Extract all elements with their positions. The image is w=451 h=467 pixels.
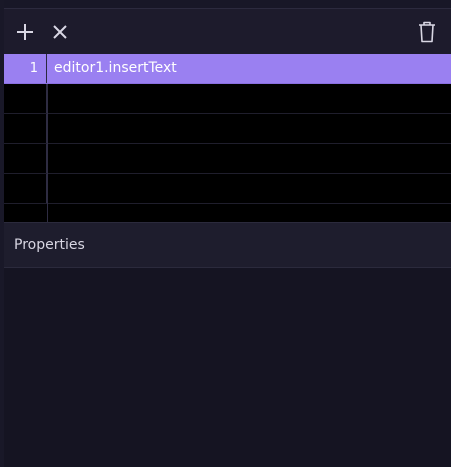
row-command-text: editor1.insertText — [54, 60, 177, 76]
plus-icon — [15, 22, 35, 42]
row-number — [4, 84, 47, 113]
grid-row[interactable]: 1 editor1.insertText — [4, 54, 451, 84]
row-number: 1 — [4, 54, 47, 83]
toolbar — [4, 8, 451, 54]
delete-button[interactable] — [414, 19, 440, 45]
grid-row[interactable] — [4, 84, 451, 114]
add-button[interactable] — [12, 19, 38, 45]
top-edge-strip — [4, 0, 451, 8]
properties-title: Properties — [14, 237, 85, 253]
command-grid: 1 editor1.insertText — [4, 54, 451, 222]
grid-row[interactable] — [4, 174, 451, 204]
close-icon — [51, 23, 69, 41]
remove-button[interactable] — [47, 19, 73, 45]
column-divider — [47, 84, 48, 222]
row-number — [4, 144, 47, 173]
grid-row[interactable] — [4, 114, 451, 144]
row-number — [4, 114, 47, 143]
grid-row[interactable] — [4, 144, 451, 174]
trash-icon — [417, 21, 437, 43]
row-number — [4, 174, 47, 203]
properties-header: Properties — [4, 222, 451, 268]
properties-panel — [4, 268, 451, 467]
